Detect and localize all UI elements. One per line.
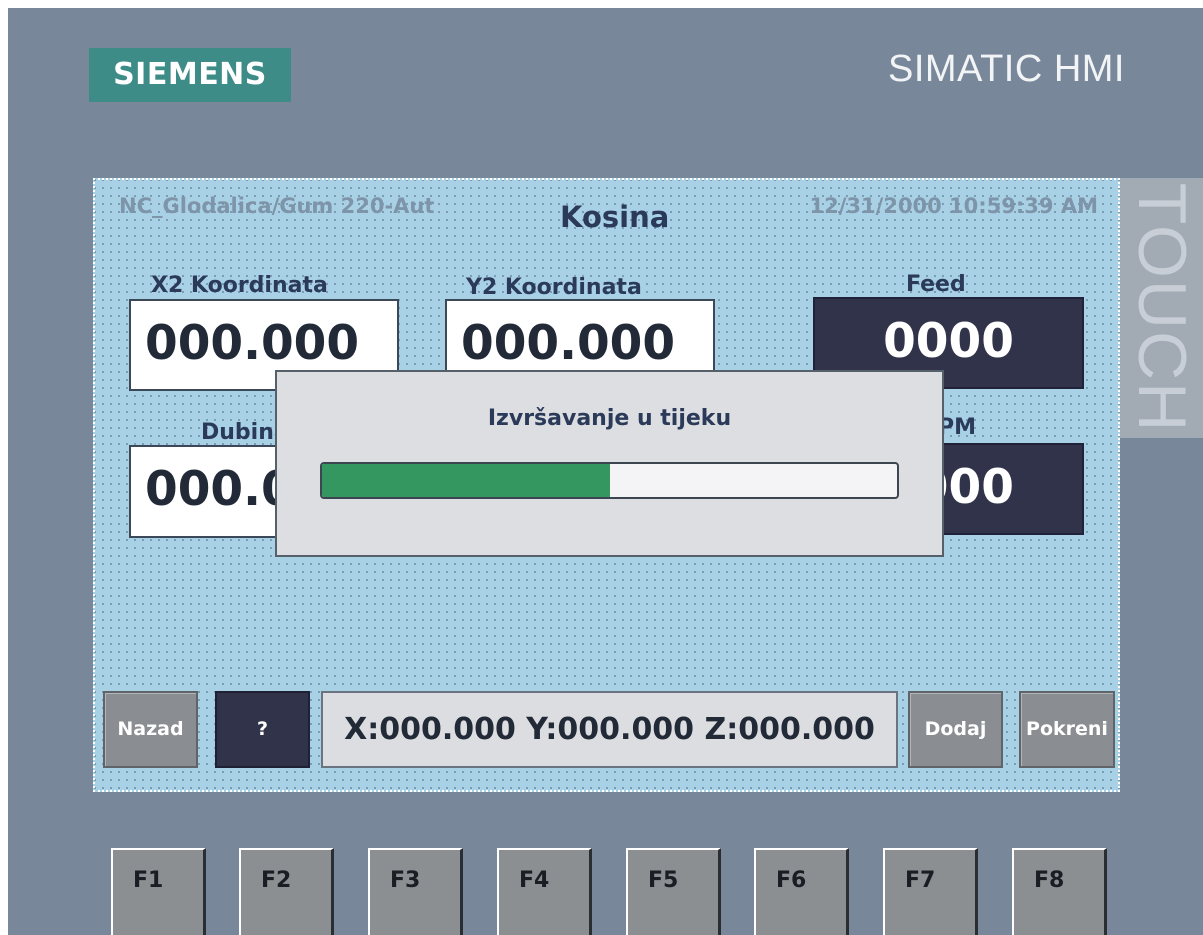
- function-key-f6[interactable]: F6: [754, 848, 849, 935]
- function-key-f2[interactable]: F2: [239, 848, 334, 935]
- touch-label: TOUCH: [1123, 182, 1200, 434]
- feed-label: Feed: [906, 272, 966, 297]
- touch-label-strip: TOUCH: [1120, 178, 1203, 438]
- add-button[interactable]: Dodaj: [908, 691, 1003, 768]
- function-key-f8[interactable]: F8: [1012, 848, 1107, 935]
- coordinates-display: X:000.000 Y:000.000 Z:000.000: [321, 691, 898, 768]
- x2-label: X2 Koordinata: [151, 273, 328, 298]
- progress-dialog: Izvršavanje u tijeku: [275, 370, 944, 557]
- siemens-logo: SIEMENS: [89, 48, 291, 102]
- function-key-f4[interactable]: F4: [497, 848, 592, 935]
- screen-title: Kosina: [560, 200, 670, 234]
- function-key-f3[interactable]: F3: [368, 848, 463, 935]
- progress-bar: [320, 462, 899, 499]
- project-name: NC_Glodalica/Gum 220-Aut: [119, 194, 435, 218]
- back-button[interactable]: Nazad: [103, 691, 198, 768]
- simatic-brand-label: SIMATIC HMI: [887, 48, 1125, 90]
- function-key-f7[interactable]: F7: [883, 848, 978, 935]
- help-button[interactable]: ?: [215, 691, 310, 768]
- function-key-f5[interactable]: F5: [626, 848, 721, 935]
- progress-bar-fill: [322, 464, 610, 497]
- function-key-f1[interactable]: F1: [111, 848, 206, 935]
- date-time-display: 12/31/2000 10:59:39 AM: [809, 194, 1098, 218]
- y2-label: Y2 Koordinata: [466, 275, 642, 300]
- start-button[interactable]: Pokreni: [1019, 691, 1115, 768]
- progress-message: Izvršavanje u tijeku: [487, 406, 732, 431]
